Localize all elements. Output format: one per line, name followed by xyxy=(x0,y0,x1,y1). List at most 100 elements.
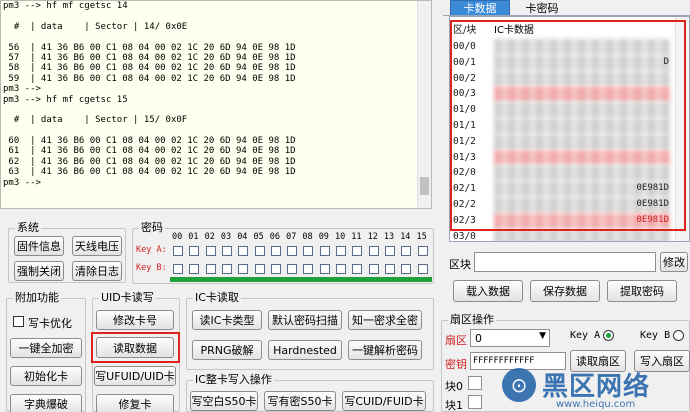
console-line: 57 | 41 36 B6 00 C1 08 04 00 02 1C 20 6D… xyxy=(3,52,296,63)
sector-number: 11 xyxy=(351,232,362,242)
key-a-cell xyxy=(401,246,412,256)
block-input[interactable] xyxy=(474,252,656,272)
clear-log-button[interactable]: 清除日志 xyxy=(72,261,122,281)
block1-label: 块1 xyxy=(445,399,463,412)
key-b-cell xyxy=(384,264,395,274)
key-b-radio-label: Key B xyxy=(640,330,671,341)
key-a-radio[interactable] xyxy=(603,330,614,341)
block1-input[interactable] xyxy=(468,395,482,409)
write-uid-button[interactable]: 写UFUID/UID卡 xyxy=(94,366,176,386)
write-optimize-checkbox[interactable] xyxy=(13,316,24,327)
key-a-cell xyxy=(417,246,428,256)
key-a-cell xyxy=(173,246,183,256)
key-b-cell xyxy=(254,264,265,274)
key-a-cell xyxy=(221,246,232,256)
parse-keys-button[interactable]: 一键解析密码 xyxy=(348,340,422,360)
scroll-thumb[interactable] xyxy=(420,177,429,195)
key-b-label: Key B: xyxy=(136,263,167,273)
sector-number: 15 xyxy=(416,232,427,242)
block0-label: 块0 xyxy=(445,380,463,393)
known-key-button[interactable]: 知一密求全密 xyxy=(348,310,422,330)
ic-read-title: IC卡读取 xyxy=(193,291,241,305)
console-line: 56 | 41 36 B6 00 C1 08 04 00 02 1C 20 6D… xyxy=(3,42,296,53)
sector-op-title: 扇区操作 xyxy=(448,313,496,327)
init-card-button[interactable]: 初始化卡 xyxy=(10,366,82,386)
password-title: 密码 xyxy=(139,221,165,235)
load-data-button[interactable]: 载入数据 xyxy=(453,280,523,302)
sector-number: 02 xyxy=(204,232,215,242)
save-data-button[interactable]: 保存数据 xyxy=(530,280,600,302)
modify-block-button[interactable]: 修改 xyxy=(660,252,688,272)
chevron-down-icon: ▼ xyxy=(539,331,546,341)
sector-select[interactable]: 0 ▼ xyxy=(470,329,550,347)
antenna-voltage-button[interactable]: 天线电压 xyxy=(72,236,122,256)
key-b-cell xyxy=(319,264,330,274)
console-output[interactable]: pm3 --> hf mf cgetsc 14 # | data | Secto… xyxy=(0,0,432,209)
sector-number: 12 xyxy=(367,232,378,242)
key-b-cell xyxy=(238,264,249,274)
read-ic-type-button[interactable]: 读IC卡类型 xyxy=(192,310,262,330)
key-b-radio[interactable] xyxy=(673,330,684,341)
key-a-cell xyxy=(254,246,265,256)
force-close-button[interactable]: 强制关闭 xyxy=(14,261,64,281)
console-scrollbar[interactable] xyxy=(417,1,431,208)
ic-write-title: IC整卡写入操作 xyxy=(193,373,274,387)
hardnested-button[interactable]: Hardnested xyxy=(268,340,342,360)
key-b-cell xyxy=(336,264,346,274)
console-line: 61 | 41 36 B6 00 C1 08 04 00 02 1C 20 6D… xyxy=(3,146,296,157)
sector-number: 10 xyxy=(335,232,346,242)
default-key-scan-button[interactable]: 默认密码扫描 xyxy=(268,310,342,330)
console-line: pm3 --> xyxy=(3,84,41,95)
sector-number: 09 xyxy=(318,232,329,242)
key-a-cell xyxy=(189,246,200,256)
key-a-cell xyxy=(287,246,298,256)
write-cuid-button[interactable]: 写CUID/FUID卡 xyxy=(342,391,426,411)
sector-select-value: 0 xyxy=(475,332,482,345)
key-b-cell xyxy=(303,264,314,274)
key-a-cell xyxy=(368,246,379,256)
sector-number: 08 xyxy=(302,232,313,242)
sector-number: 00 xyxy=(172,232,183,242)
console-line: 63 | 41 36 B6 00 C1 08 04 00 02 1C 20 6D… xyxy=(3,167,296,178)
key-a-cell xyxy=(238,246,249,256)
key-b-cell xyxy=(368,264,379,274)
key-b-cell xyxy=(221,264,232,274)
key-b-cell xyxy=(189,264,200,274)
tab-card-data[interactable]: 卡数据 xyxy=(450,0,510,16)
card-table-highlight xyxy=(450,20,686,231)
sector-number: 04 xyxy=(237,232,248,242)
firmware-info-button[interactable]: 固件信息 xyxy=(14,236,64,256)
write-keyed-s50-button[interactable]: 写有密S50卡 xyxy=(264,391,336,411)
key-b-cell xyxy=(270,264,281,274)
key-b-cell xyxy=(401,264,412,274)
dictionary-attack-button[interactable]: 字典爆破 xyxy=(10,394,82,412)
console-line: 62 | 41 36 B6 00 C1 08 04 00 02 1C 20 6D… xyxy=(3,156,296,167)
key-b-cell xyxy=(352,264,363,274)
extract-keys-button[interactable]: 提取密码 xyxy=(607,280,677,302)
write-blank-s50-button[interactable]: 写空白S50卡 xyxy=(190,391,258,411)
console-lines: pm3 --> hf mf cgetsc 14 # | data | Secto… xyxy=(1,1,431,198)
key-a-cell xyxy=(336,246,346,256)
block0-input[interactable] xyxy=(468,376,482,390)
key-a-cell xyxy=(319,246,330,256)
uid-title: UID卡读写 xyxy=(99,291,156,305)
modify-uid-button[interactable]: 修改卡号 xyxy=(96,310,174,330)
prng-crack-button[interactable]: PRNG破解 xyxy=(192,340,262,360)
sector-number: 03 xyxy=(220,232,232,242)
site-watermark: ⊙ 黑区网络 www.heiqu.com xyxy=(490,366,690,412)
console-line: pm3 --> xyxy=(3,177,41,188)
encrypt-all-button[interactable]: 一键全加密 xyxy=(10,338,82,358)
watermark-url: www.heiqu.com xyxy=(556,399,636,410)
extra-title: 附加功能 xyxy=(13,291,61,305)
console-line: 58 | 41 36 B6 00 C1 08 04 00 02 1C 20 6D… xyxy=(3,63,296,74)
repair-card-button[interactable]: 修复卡 xyxy=(96,394,174,412)
tab-card-key[interactable]: 卡密码 xyxy=(512,0,572,16)
key-b-cell xyxy=(417,264,428,274)
console-line: 60 | 41 36 B6 00 C1 08 04 00 02 1C 20 6D… xyxy=(3,136,296,147)
system-title: 系统 xyxy=(15,221,41,235)
sector-number: 01 xyxy=(188,232,199,242)
key-b-cell xyxy=(205,264,216,274)
